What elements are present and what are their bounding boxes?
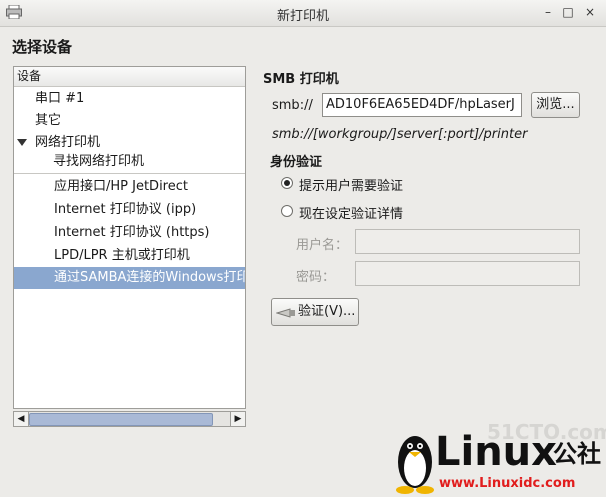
watermark-brand: Linux	[435, 429, 557, 475]
scrollbar-thumb[interactable]	[29, 413, 213, 426]
page-title: 选择设备	[12, 38, 73, 56]
scroll-left-icon[interactable]: ◀	[14, 412, 29, 426]
verify-button[interactable]: 验证(V)...	[271, 298, 359, 326]
expander-down-icon[interactable]	[17, 139, 27, 146]
radio-prompt-auth-label[interactable]: 提示用户需要验证	[299, 175, 403, 194]
title-bar[interactable]: 新打印机 – □ ×	[0, 0, 606, 27]
username-label: 用户名：	[296, 238, 349, 253]
radio-prompt-auth[interactable]	[281, 177, 293, 189]
minimize-button[interactable]: –	[540, 4, 556, 20]
auth-heading: 身份验证	[270, 155, 323, 170]
verify-label: 验证(V)...	[298, 304, 356, 319]
device-column-header[interactable]: 设备	[14, 67, 245, 87]
smb-format-hint: smb://[workgroup/]server[:port]/printer	[272, 127, 528, 142]
radio-set-auth-now[interactable]	[281, 205, 293, 217]
device-item-https[interactable]: Internet 打印协议 (https)	[14, 222, 245, 244]
tux-penguin-icon	[396, 436, 434, 494]
smb-heading: SMB 打印机	[263, 72, 339, 87]
device-item-find-network[interactable]: 寻找网络打印机	[14, 151, 245, 174]
device-item-other[interactable]: 其它	[14, 110, 245, 132]
password-field[interactable]	[355, 261, 580, 286]
watermark-brand-cn: 公社	[553, 440, 601, 468]
browse-button[interactable]: 浏览...	[531, 92, 580, 118]
smb-prefix-label: smb://	[272, 98, 313, 113]
maximize-button[interactable]: □	[560, 4, 576, 20]
watermark: 51CTO.com Linux 公社 www.Linuxidc.com	[395, 420, 606, 497]
watermark-url: www.Linuxidc.com	[439, 476, 576, 491]
window-title: 新打印机	[276, 9, 329, 24]
radio-set-auth-now-label[interactable]: 现在设定验证详情	[299, 203, 403, 222]
device-item-samba[interactable]: 通过SAMBA连接的Windows打印	[14, 267, 245, 289]
password-label: 密码：	[296, 270, 336, 285]
device-item-ipp[interactable]: Internet 打印协议 (ipp)	[14, 199, 245, 221]
device-item-lpd[interactable]: LPD/LPR 主机或打印机	[14, 245, 245, 267]
username-field[interactable]	[355, 229, 580, 254]
scroll-right-icon[interactable]: ▶	[230, 412, 245, 426]
horizontal-scrollbar[interactable]: ◀ ▶	[13, 411, 246, 427]
device-item-serial[interactable]: 串口 #1	[14, 88, 245, 110]
device-item-jetdirect[interactable]: 应用接口/HP JetDirect	[14, 176, 245, 198]
smb-uri-input[interactable]: AD10F6EA65ED4DF/hpLaserJ	[322, 93, 522, 117]
device-list[interactable]: 设备 串口 #1 其它 网络打印机 寻找网络打印机 应用接口/HP JetDir…	[13, 66, 246, 409]
close-button[interactable]: ×	[582, 4, 598, 20]
key-icon	[276, 308, 295, 318]
